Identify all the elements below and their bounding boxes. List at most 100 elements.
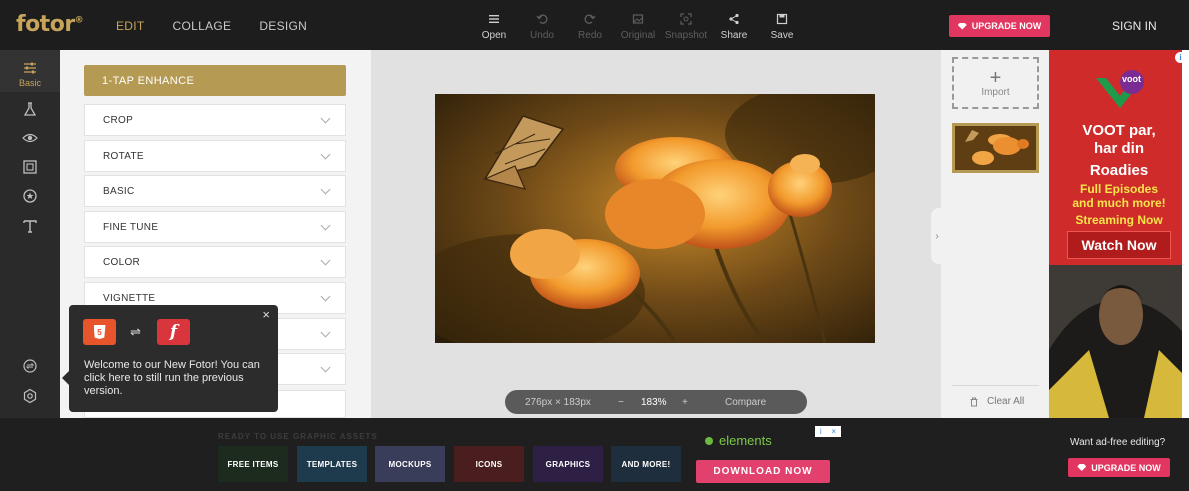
chevron-down-icon [320, 220, 331, 231]
import-button[interactable]: + Import [952, 57, 1039, 109]
ad-subtext: Streaming Now [1075, 213, 1163, 227]
share-label: Share [720, 30, 748, 41]
chevron-down-icon [320, 149, 331, 160]
undo-button[interactable]: Undo [518, 12, 566, 41]
accordion-basic[interactable]: BASIC [84, 175, 346, 207]
leaf-icon [705, 437, 713, 445]
sticker-icon [23, 189, 37, 203]
new-fotor-popup[interactable]: × 5 ⇌ f Welcome to our New Fotor! You ca… [62, 305, 278, 412]
signin-link[interactable]: SIGN IN [1112, 19, 1157, 33]
nav-design[interactable]: DESIGN [259, 19, 307, 33]
rail-old-version[interactable] [0, 358, 60, 374]
rail-basic[interactable]: Basic [0, 50, 60, 92]
diamond-icon [1077, 464, 1087, 471]
fotor-logo[interactable]: fotor® [16, 12, 84, 37]
download-now-button[interactable]: DOWNLOAD NOW [696, 460, 830, 483]
menu-icon [487, 12, 501, 26]
rail-settings[interactable] [0, 388, 60, 404]
undo-label: Undo [530, 30, 554, 41]
accordion-crop[interactable]: CROP [84, 104, 346, 136]
adchoices-info-icon: i [819, 427, 822, 436]
chevron-down-icon [320, 113, 331, 124]
ad-caption: READY TO USE GRAPHIC ASSETS [218, 432, 378, 441]
zoom-in-button[interactable]: + [682, 397, 688, 408]
accordion-label: CROP [103, 114, 134, 126]
open-label: Open [481, 30, 507, 41]
ad-headline: Roadies [1089, 162, 1149, 179]
text-icon [23, 220, 37, 233]
snapshot-icon [679, 12, 693, 26]
adchoices-close-icon: × [831, 427, 837, 436]
trash-icon [970, 397, 978, 406]
rail-stickers[interactable] [0, 188, 60, 204]
rail-beauty[interactable] [0, 130, 60, 146]
bottom-ad-bar: READY TO USE GRAPHIC ASSETS FREE ITEMS T… [0, 418, 1189, 491]
chevron-down-icon [320, 184, 331, 195]
eye-icon [22, 133, 38, 143]
upgrade-button-bottom[interactable]: UPGRADE NOW [1068, 458, 1170, 477]
original-button[interactable]: Original [614, 12, 662, 41]
rail-frames[interactable] [0, 159, 60, 175]
ad-subtext: Full Episodes [1079, 182, 1158, 196]
swap-icon: ⇌ [130, 324, 141, 339]
one-tap-enhance-button[interactable]: 1-TAP ENHANCE [84, 65, 346, 96]
html5-icon: 5 [83, 319, 116, 345]
image-icon [631, 12, 645, 26]
settings-icon [23, 388, 37, 404]
rail-basic-label: Basic [18, 78, 41, 88]
open-button[interactable]: Open [470, 12, 518, 41]
adchoices-badge[interactable]: i × [815, 426, 841, 437]
undo-icon [535, 12, 549, 26]
snapshot-button[interactable]: Snapshot [662, 12, 710, 41]
accordion-label: FINE TUNE [103, 221, 159, 233]
import-label: Import [981, 86, 1010, 98]
diamond-icon [957, 22, 967, 30]
edited-photo[interactable] [435, 94, 875, 343]
share-button[interactable]: Share [710, 12, 758, 41]
flash-icon: f [157, 319, 190, 345]
popup-message[interactable]: Welcome to our New Fotor! You can click … [84, 359, 269, 398]
accordion-rotate[interactable]: ROTATE [84, 140, 346, 172]
accordion-color[interactable]: COLOR [84, 246, 346, 278]
html5-badge: 5 [93, 325, 106, 339]
nav-collage[interactable]: COLLAGE [173, 19, 232, 33]
nav-edit[interactable]: EDIT [116, 19, 145, 33]
fotor-app: fotor® EDIT COLLAGE DESIGN Open Undo Red… [0, 0, 1189, 491]
tool-rail: Basic [0, 50, 60, 418]
voot-logo [1096, 70, 1144, 108]
clear-all-button[interactable]: Clear All [969, 396, 1024, 407]
accordion-label: BASIC [103, 185, 135, 197]
voot-logo-text: voot [1122, 74, 1141, 84]
upgrade-button[interactable]: UPGRADE NOW [949, 15, 1050, 37]
save-label: Save [770, 30, 794, 41]
asset-mockups[interactable]: MOCKUPS [375, 446, 445, 482]
redo-icon [583, 12, 597, 26]
top-bar: fotor® EDIT COLLAGE DESIGN Open Undo Red… [0, 0, 1189, 50]
image-thumbnail[interactable] [952, 123, 1039, 173]
accordion-fine-tune[interactable]: FINE TUNE [84, 211, 346, 243]
watch-now-button[interactable]: Watch Now [1067, 231, 1171, 259]
ad-free-prompt: Want ad-free editing? [1070, 437, 1166, 448]
rail-effects[interactable] [0, 101, 60, 117]
asset-and-more[interactable]: AND MORE! [611, 446, 681, 482]
close-icon[interactable]: × [262, 308, 270, 321]
save-button[interactable]: Save [758, 12, 806, 41]
asset-graphics[interactable]: GRAPHICS [533, 446, 603, 482]
switch-icon [23, 359, 37, 373]
voot-ad[interactable]: voot i VOOT par, har din Roadies Full Ep… [1049, 50, 1189, 418]
snapshot-label: Snapshot [664, 30, 708, 41]
collapse-handle[interactable]: › [931, 208, 943, 264]
asset-icons[interactable]: ICONS [454, 446, 524, 482]
envato-elements-logo: elements [705, 433, 772, 448]
sliders-icon [24, 62, 36, 74]
main-nav: EDIT COLLAGE DESIGN [116, 19, 335, 33]
original-label: Original [620, 30, 656, 41]
rail-text[interactable] [0, 218, 60, 234]
compare-button[interactable]: Compare [725, 397, 766, 408]
asset-free-items[interactable]: FREE ITEMS [218, 446, 288, 482]
zoom-out-button[interactable]: − [618, 397, 624, 408]
scrollbar[interactable] [1182, 50, 1189, 418]
asset-templates[interactable]: TEMPLATES [297, 446, 367, 482]
canvas-area: 276px × 183px − 183% + Compare [371, 50, 941, 418]
redo-button[interactable]: Redo [566, 12, 614, 41]
